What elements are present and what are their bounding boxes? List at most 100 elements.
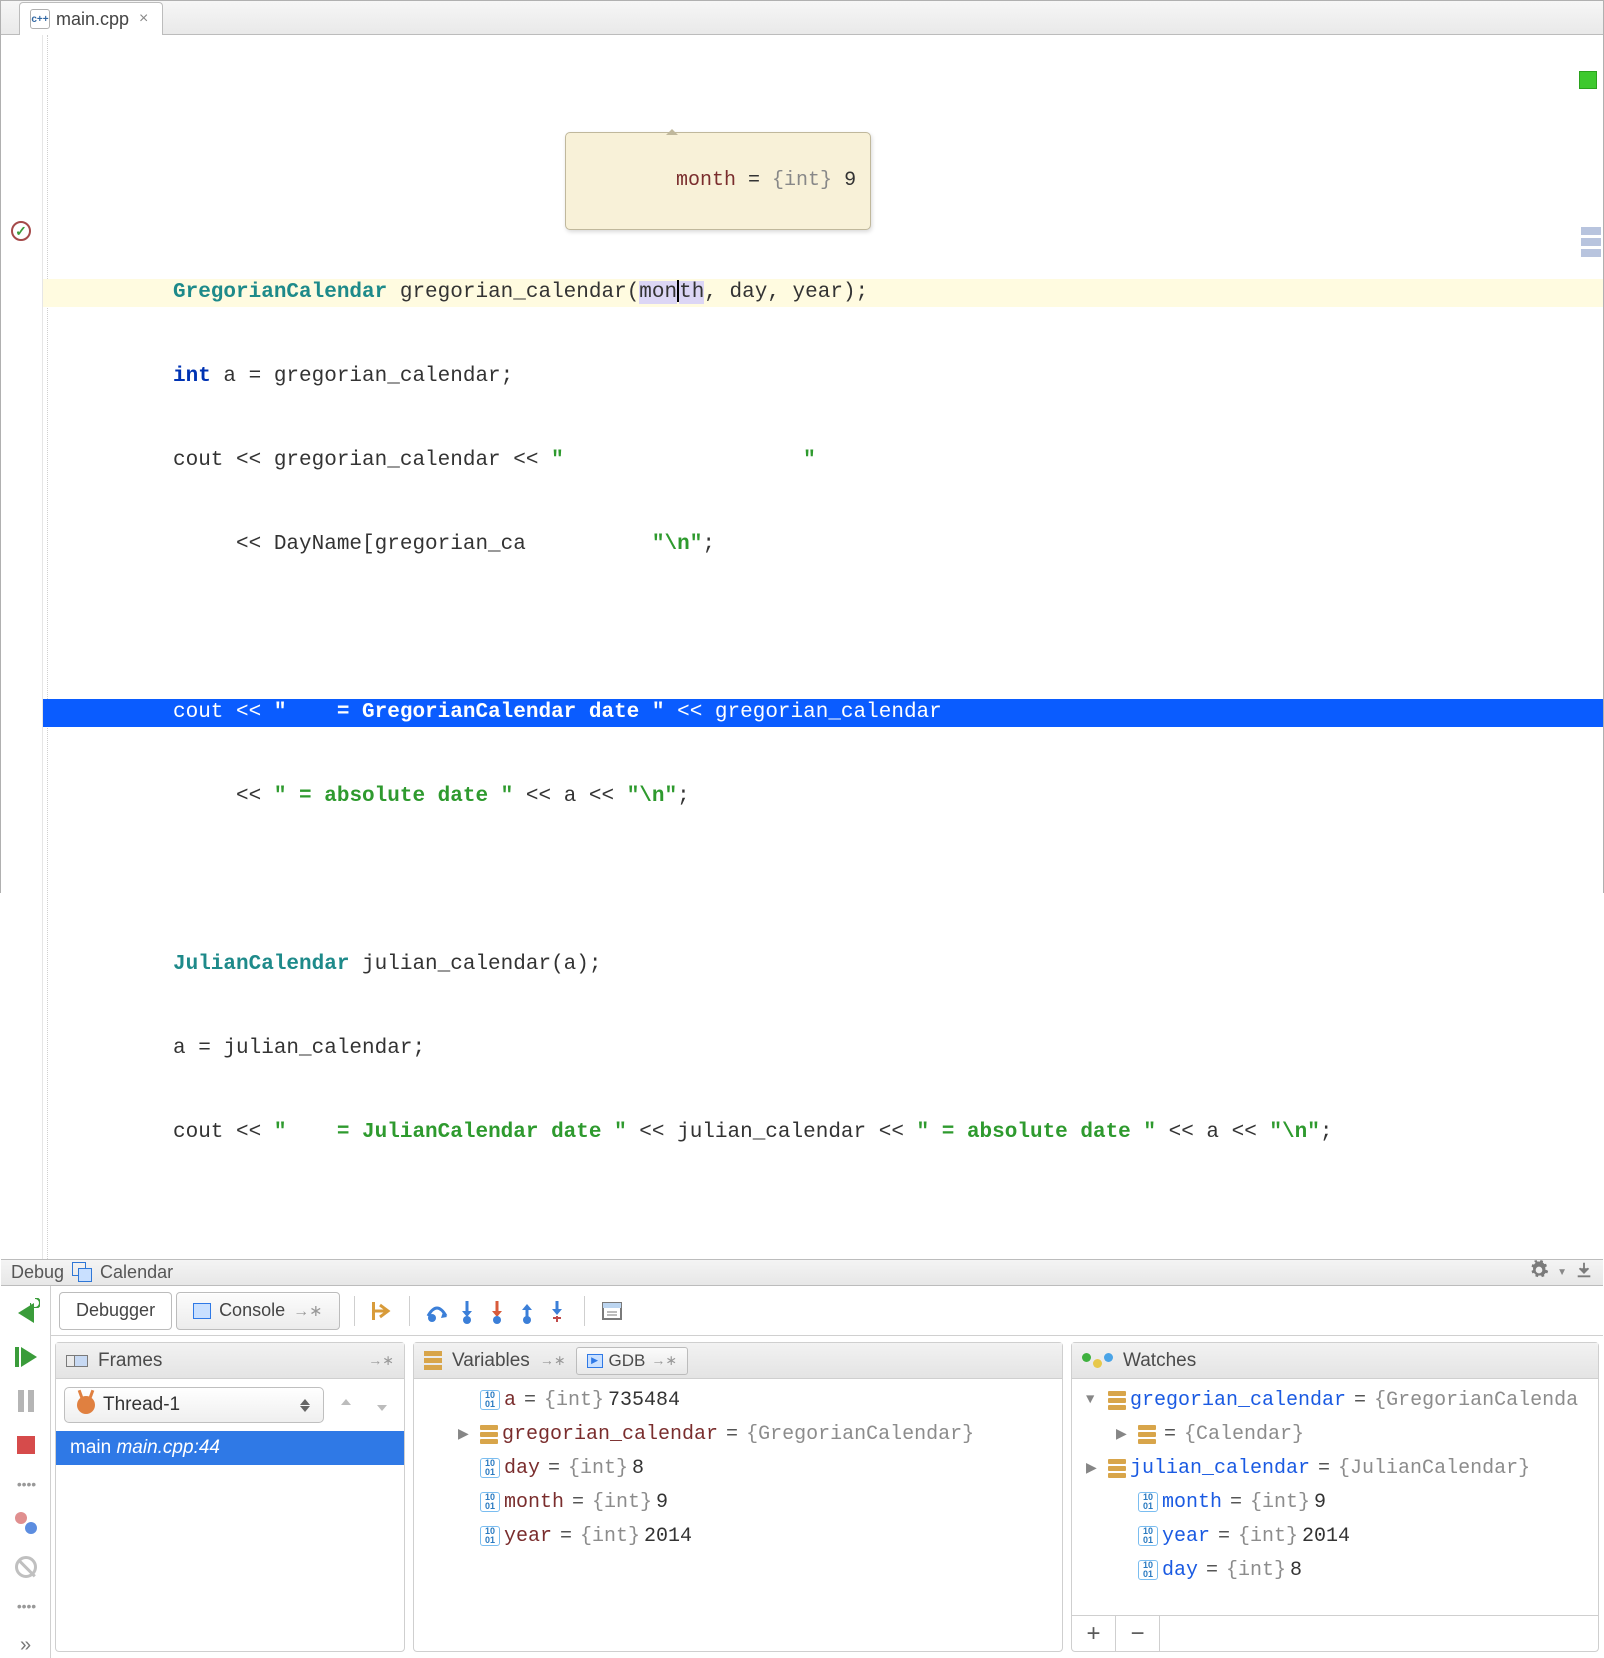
variable-row[interactable]: 1001 day = {int} 8 — [414, 1451, 1062, 1485]
editor-tab-bar: c++ main.cpp × — [1, 1, 1603, 35]
watches-footer: + − — [1072, 1615, 1598, 1651]
dropdown-arrows-icon — [299, 1399, 311, 1412]
variables-panel: Variables →∗ ▶ GDB →∗ 1001 a = {int} 735… — [413, 1342, 1063, 1652]
run-to-cursor-button[interactable] — [544, 1298, 570, 1324]
code-line[interactable]: << " = absolute date " << a << "\n"; — [43, 783, 1603, 811]
primitive-icon: 1001 — [480, 1492, 500, 1512]
settings-gear-icon[interactable] — [1529, 1260, 1549, 1285]
file-tab-label: main.cpp — [56, 9, 129, 30]
watches-title: Watches — [1123, 1350, 1196, 1372]
mute-breakpoints-button[interactable] — [13, 1554, 39, 1580]
more-icon[interactable]: » — [13, 1632, 39, 1658]
tab-debugger[interactable]: Debugger — [59, 1292, 172, 1330]
code-line — [43, 615, 1603, 643]
file-tab-main-cpp[interactable]: c++ main.cpp × — [19, 2, 163, 35]
expander-icon[interactable]: ▼ — [1086, 1392, 1104, 1408]
code-line — [43, 867, 1603, 895]
debug-title: Debug — [11, 1262, 64, 1283]
frames-panel: Frames →∗ Thread-1 main — [55, 1342, 405, 1652]
code-line[interactable]: cout << gregorian_calendar << "month = {… — [43, 447, 1603, 475]
breakpoint-gutter[interactable]: ✓ — [1, 35, 43, 1259]
variables-icon — [424, 1351, 442, 1370]
thread-selector-row: Thread-1 — [64, 1387, 396, 1423]
chevron-down-icon[interactable]: ▼ — [1557, 1267, 1567, 1278]
expander-icon[interactable]: ▶ — [1086, 1460, 1104, 1477]
tab-gdb[interactable]: ▶ GDB →∗ — [576, 1347, 689, 1375]
watch-row[interactable]: ▶ = {Calendar} — [1072, 1417, 1598, 1451]
code-editor[interactable]: ✓ GregorianCalendar gregorian_calendar(m… — [1, 35, 1603, 1259]
next-frame-button[interactable] — [368, 1391, 396, 1419]
execution-line[interactable]: cout << " = GregorianCalendar date " << … — [43, 699, 1603, 727]
stack-frame-row[interactable]: main main.cpp:44 — [56, 1431, 404, 1465]
step-into-button[interactable] — [454, 1298, 480, 1324]
rerun-button[interactable] — [13, 1300, 39, 1326]
primitive-icon: 1001 — [480, 1390, 500, 1410]
primitive-icon: 1001 — [1138, 1560, 1158, 1580]
thread-name: Thread-1 — [103, 1394, 180, 1416]
force-step-into-button[interactable] — [484, 1298, 510, 1324]
pin-icon[interactable]: →∗ — [368, 1352, 394, 1369]
variable-row[interactable]: 1001 month = {int} 9 — [414, 1485, 1062, 1519]
separator: • • • • — [17, 1476, 34, 1492]
watch-row[interactable]: 1001 month = {int} 9 — [1072, 1485, 1598, 1519]
primitive-icon: 1001 — [1138, 1492, 1158, 1512]
evaluate-expression-button[interactable] — [599, 1298, 625, 1324]
struct-icon — [1108, 1459, 1126, 1478]
struct-icon — [1138, 1425, 1156, 1444]
frames-icon — [66, 1355, 88, 1367]
debugger-toolbar: Debugger Console →∗ — [51, 1286, 1603, 1336]
pin-icon[interactable]: →∗ — [540, 1352, 566, 1369]
primitive-icon: 1001 — [1138, 1526, 1158, 1546]
pin-icon[interactable]: →∗ — [293, 1301, 322, 1321]
thread-selector[interactable]: Thread-1 — [64, 1387, 324, 1423]
watches-icon — [1082, 1353, 1113, 1368]
add-watch-button[interactable]: + — [1072, 1616, 1116, 1651]
breakpoint-marker[interactable]: ✓ — [11, 221, 31, 241]
step-over-button[interactable] — [424, 1298, 450, 1324]
variable-row[interactable]: 1001 year = {int} 2014 — [414, 1519, 1062, 1553]
separator: • • • • — [17, 1598, 34, 1614]
code-line[interactable]: cout << " = JulianCalendar date " << jul… — [43, 1119, 1603, 1147]
pin-icon[interactable]: →∗ — [651, 1352, 677, 1369]
frames-panel-header: Frames →∗ — [56, 1343, 404, 1379]
view-breakpoints-button[interactable] — [13, 1510, 39, 1536]
struct-icon — [1108, 1391, 1126, 1410]
stop-button[interactable] — [13, 1432, 39, 1458]
resume-button[interactable] — [13, 1344, 39, 1370]
code-line[interactable]: JulianCalendar julian_calendar(a); — [43, 951, 1603, 979]
debug-side-toolbar: • • • • • • • • » — [1, 1286, 51, 1658]
variable-row[interactable]: ▶ gregorian_calendar = {GregorianCalenda… — [414, 1417, 1062, 1451]
watch-row[interactable]: ▼ gregorian_calendar = {GregorianCalenda — [1072, 1383, 1598, 1417]
expander-icon[interactable]: ▶ — [1116, 1426, 1134, 1443]
watch-row[interactable]: 1001 year = {int} 2014 — [1072, 1519, 1598, 1553]
show-execution-point-button[interactable] — [369, 1298, 395, 1324]
tab-console[interactable]: Console →∗ — [176, 1292, 339, 1330]
run-config-name[interactable]: Calendar — [100, 1262, 173, 1283]
scrollbar-markers — [1581, 227, 1601, 260]
check-icon: ✓ — [15, 223, 27, 240]
remove-watch-button[interactable]: − — [1116, 1616, 1160, 1651]
close-icon[interactable]: × — [135, 10, 152, 28]
step-out-button[interactable] — [514, 1298, 540, 1324]
watch-row[interactable]: 1001 day = {int} 8 — [1072, 1553, 1598, 1587]
watches-panel-header: Watches — [1072, 1343, 1598, 1379]
watch-row[interactable]: ▶ julian_calendar = {JulianCalendar} — [1072, 1451, 1598, 1485]
terminal-icon: ▶ — [587, 1354, 603, 1368]
prev-frame-button[interactable] — [332, 1391, 360, 1419]
expander-icon[interactable]: ▶ — [458, 1426, 476, 1443]
code-line[interactable]: a = julian_calendar; — [43, 1035, 1603, 1063]
analysis-status-indicator[interactable] — [1579, 71, 1597, 89]
window-stack-icon — [72, 1265, 92, 1281]
debug-toolwindow-header: Debug Calendar ▼ — [1, 1259, 1603, 1286]
code-line[interactable]: << DayName[gregorian_ca "\n"; — [43, 531, 1603, 559]
code-line[interactable]: GregorianCalendar gregorian_calendar(mon… — [43, 279, 1603, 307]
struct-icon — [480, 1425, 498, 1444]
pause-button[interactable] — [13, 1388, 39, 1414]
variable-row[interactable]: 1001 a = {int} 735484 — [414, 1383, 1062, 1417]
primitive-icon: 1001 — [480, 1458, 500, 1478]
code-line[interactable]: int a = gregorian_calendar; — [43, 363, 1603, 391]
variable-hover-tooltip: month = {int} 9 — [565, 132, 871, 230]
primitive-icon: 1001 — [480, 1526, 500, 1546]
variables-title: Variables — [452, 1350, 530, 1372]
hide-icon[interactable] — [1575, 1261, 1593, 1284]
